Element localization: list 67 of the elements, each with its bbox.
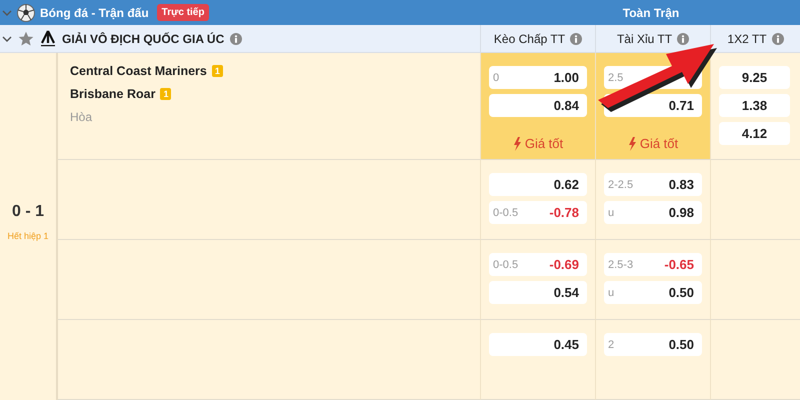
chevron-icon [2, 8, 12, 18]
odds-value: 0.50 [668, 337, 694, 352]
match-score: 0 - 1 [12, 202, 44, 220]
best-price-label: Giá tốt [524, 136, 564, 151]
odds-value: -0.65 [664, 257, 694, 272]
odds-value: 9.25 [742, 70, 768, 85]
lightning-icon [512, 136, 521, 150]
page-title: Bóng đá - Trận đấu [40, 6, 149, 20]
odds-button[interactable]: 2 0.50 [604, 333, 702, 356]
odds-button[interactable]: 2-2.5 0.83 [604, 173, 702, 196]
odds-value: 0.50 [668, 285, 694, 300]
info-icon [772, 32, 784, 44]
card-badge: 1 [212, 65, 223, 77]
handicap-line: 0 [493, 72, 500, 84]
team-name: Central Coast Mariners [70, 64, 207, 78]
odds-button[interactable]: 0.54 [489, 281, 587, 304]
league-name: GIẢI VÔ ĐỊCH QUỐC GIA ÚC [62, 32, 224, 46]
live-badge: Trực tiếp [156, 4, 210, 21]
soccer-ball-icon [17, 4, 35, 22]
handicap-line: 2.5 [608, 72, 624, 84]
odds-button[interactable]: u 0.50 [604, 281, 702, 304]
star-icon [18, 30, 34, 46]
odds-button[interactable]: u 0.98 [604, 201, 702, 224]
handicap-line: 2 [608, 338, 614, 350]
odds-button[interactable]: 0-0.5 -0.69 [489, 253, 587, 276]
match-period: Hết hiệp 1 [7, 230, 49, 240]
odds-value: 0.62 [554, 177, 579, 192]
handicap-line: 0-0.5 [493, 258, 518, 270]
odds-value: -0.78 [549, 205, 579, 220]
team-name: Brisbane Roar [70, 87, 156, 101]
card-badge: 1 [160, 88, 172, 100]
odds-value: 0.98 [668, 205, 694, 220]
league-logo-icon [40, 30, 56, 47]
odds-value: 4.12 [742, 126, 768, 141]
section-title: Toàn Trận [622, 6, 680, 20]
odds-button[interactable]: 0.62 [489, 173, 587, 196]
odds-button[interactable]: 0-0.5 -0.78 [489, 201, 587, 224]
column-header: 1X2 TT [727, 32, 767, 46]
handicap-line: 0-0.5 [493, 206, 518, 218]
handicap-line: u [608, 286, 614, 298]
info-icon [677, 32, 690, 44]
best-price-label: Giá tốt [640, 136, 678, 151]
odds-value: 0.83 [668, 177, 694, 192]
odds-value: 0.71 [668, 98, 694, 113]
odds-button[interactable]: 0.45 [489, 333, 587, 356]
info-icon [570, 32, 582, 44]
column-header: Tài Xỉu TT [616, 32, 672, 46]
odds-button[interactable]: 1.38 [719, 94, 790, 117]
odds-button[interactable]: 2.5-3 -0.65 [604, 253, 702, 276]
handicap-line: u [608, 206, 614, 218]
handicap-line: 2-2.5 [608, 178, 634, 190]
handicap-line: 2.5-3 [608, 258, 634, 270]
odds-value: 0.84 [554, 98, 579, 113]
draw-label: Hòa [70, 110, 94, 124]
odds-value: 1.00 [554, 70, 579, 85]
odds-button[interactable]: 0.84 [489, 94, 587, 117]
odds-value: 1.38 [742, 98, 768, 113]
odds-button[interactable]: 4.12 [719, 122, 790, 145]
lightning-icon [628, 136, 636, 150]
column-header: Kèo Chấp TT [494, 32, 566, 46]
info-icon [230, 32, 242, 44]
odds-button[interactable]: 0 1.00 [489, 66, 587, 89]
odds-value: 0.54 [554, 285, 579, 300]
odds-value: -0.69 [549, 257, 579, 272]
chevron-icon [2, 34, 12, 44]
odds-button[interactable]: 9.25 [719, 66, 790, 89]
odds-value: 0.45 [554, 337, 579, 352]
